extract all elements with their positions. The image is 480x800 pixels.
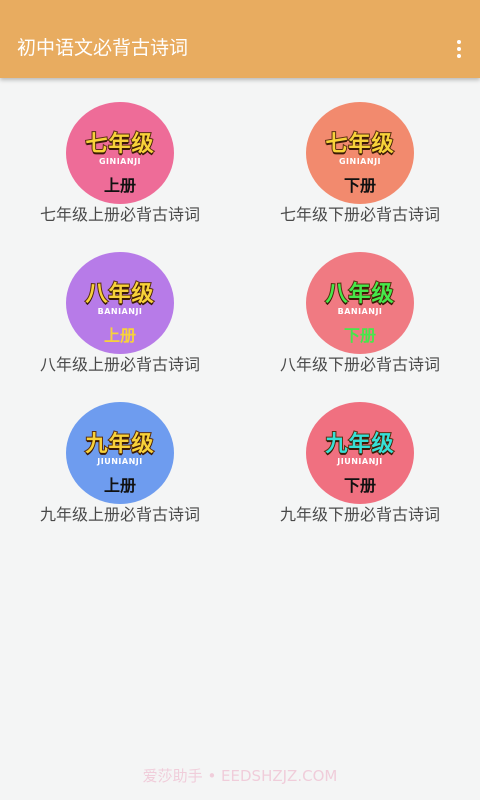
item-caption: 八年级下册必背古诗词 — [279, 355, 440, 374]
grade-item-7-lower[interactable]: 七年级 GINIANJI 下册 七年级下册必背古诗词 — [240, 98, 480, 248]
badge-pinyin: GINIANJI — [98, 157, 142, 166]
menu-dot — [457, 47, 461, 51]
grade-badge: 七年级 GINIANJI 下册 — [306, 102, 414, 204]
badge-grade-text: 九年级 — [84, 431, 155, 458]
grade-item-9-upper[interactable]: 九年级 JIUNIANJI 上册 九年级上册必背古诗词 — [0, 398, 240, 548]
badge-volume: 上册 — [103, 326, 136, 345]
watermark: 爱莎助手 • EEDSHZJZ.COM — [142, 767, 338, 785]
badge-pinyin: JIUNIANJI — [97, 457, 143, 466]
menu-dot — [457, 40, 461, 44]
overflow-menu-icon[interactable] — [448, 36, 470, 62]
badge-pinyin: GINIANJI — [338, 157, 382, 166]
grade-item-7-upper[interactable]: 七年级 GINIANJI 上册 七年级上册必背古诗词 — [0, 98, 240, 248]
badge-volume: 下册 — [343, 176, 376, 195]
item-caption: 九年级下册必背古诗词 — [279, 505, 440, 524]
app-title: 初中语文必背古诗词 — [17, 37, 189, 59]
badge-pinyin: JIUNIANJI — [337, 457, 383, 466]
badge-volume: 上册 — [103, 476, 136, 495]
item-caption: 七年级下册必背古诗词 — [279, 205, 440, 224]
menu-dot — [457, 54, 461, 58]
badge-grade-text: 九年级 — [324, 431, 395, 458]
badge-grade-text: 七年级 — [84, 131, 155, 158]
item-caption: 九年级上册必背古诗词 — [39, 505, 200, 524]
badge-volume: 下册 — [343, 476, 376, 495]
grade-badge: 八年级 BANIANJI 上册 — [66, 252, 174, 354]
grade-item-8-lower[interactable]: 八年级 BANIANJI 下册 八年级下册必背古诗词 — [240, 248, 480, 398]
grade-badge: 九年级 JIUNIANJI 上册 — [66, 402, 174, 504]
item-caption: 七年级上册必背古诗词 — [39, 205, 200, 224]
grade-item-9-lower[interactable]: 九年级 JIUNIANJI 下册 九年级下册必背古诗词 — [240, 398, 480, 548]
grade-badge: 九年级 JIUNIANJI 下册 — [306, 402, 414, 504]
grade-badge: 七年级 GINIANJI 上册 — [66, 102, 174, 204]
badge-volume: 上册 — [103, 176, 136, 195]
badge-pinyin: BANIANJI — [337, 307, 383, 316]
app-bar: 初中语文必背古诗词 — [0, 0, 480, 78]
grade-badge: 八年级 BANIANJI 下册 — [306, 252, 414, 354]
badge-pinyin: BANIANJI — [97, 307, 143, 316]
badge-volume: 下册 — [343, 326, 376, 345]
badge-grade-text: 八年级 — [324, 281, 395, 308]
badge-grade-text: 八年级 — [84, 281, 155, 308]
item-caption: 八年级上册必背古诗词 — [39, 355, 200, 374]
badge-grade-text: 七年级 — [324, 131, 395, 158]
grade-item-8-upper[interactable]: 八年级 BANIANJI 上册 八年级上册必背古诗词 — [0, 248, 240, 398]
